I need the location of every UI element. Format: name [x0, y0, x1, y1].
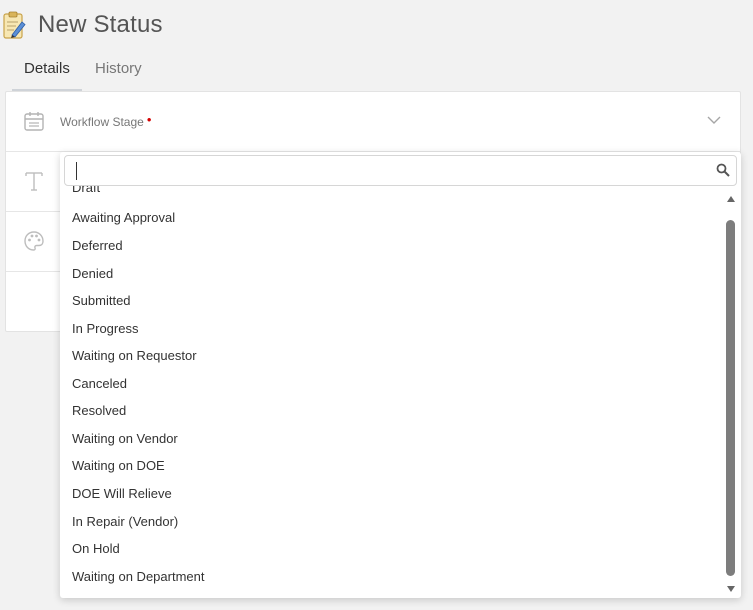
page-title: New Status [38, 11, 163, 38]
text-icon [25, 172, 43, 191]
page-header: New Status [0, 0, 753, 52]
workflow-stage-label: Workflow Stage • [60, 112, 152, 129]
calendar-icon [24, 112, 44, 131]
list-item[interactable]: Submitted [72, 293, 131, 308]
workflow-stage-dropdown: Draft Awaiting Approval Deferred Denied … [60, 152, 741, 598]
dropdown-search-input[interactable] [64, 155, 737, 186]
list-item[interactable]: In Repair (Vendor) [72, 514, 178, 529]
search-icon[interactable] [716, 163, 730, 177]
list-item[interactable]: Awaiting Approval [72, 210, 175, 225]
tab-details[interactable]: Details [12, 56, 82, 92]
option-list: Draft Awaiting Approval Deferred Denied … [60, 186, 720, 596]
list-item[interactable]: Denied [72, 266, 113, 281]
scroll-thumb[interactable] [726, 220, 735, 576]
list-item[interactable]: Deferred [72, 238, 123, 253]
list-item[interactable]: On Hold [72, 541, 120, 556]
list-item[interactable]: Waiting on Requestor [72, 348, 197, 363]
list-item[interactable]: Waiting on DOE [72, 458, 165, 473]
list-item[interactable]: In Progress [72, 321, 138, 336]
palette-icon [24, 231, 44, 251]
list-item[interactable]: Waiting on Vendor [72, 431, 178, 446]
scroll-up-arrow-icon[interactable] [727, 196, 735, 202]
text-cursor [76, 162, 77, 180]
tab-history[interactable]: History [83, 56, 154, 92]
clipboard-edit-icon [3, 11, 26, 39]
scroll-down-arrow-icon[interactable] [727, 586, 735, 592]
tab-details-label: Details [24, 60, 70, 77]
list-item[interactable]: DOE Will Relieve [72, 486, 172, 501]
chevron-down-icon[interactable] [706, 114, 722, 126]
list-item[interactable]: Resolved [72, 403, 126, 418]
dropdown-scrollbar[interactable] [725, 194, 737, 592]
list-item[interactable]: Canceled [72, 376, 127, 391]
required-indicator: • [146, 112, 152, 127]
list-item[interactable]: Draft [72, 186, 100, 195]
workflow-stage-field[interactable]: Workflow Stage • [6, 92, 740, 152]
list-item[interactable]: Waiting on Department [72, 569, 204, 584]
tab-history-label: History [95, 60, 142, 77]
